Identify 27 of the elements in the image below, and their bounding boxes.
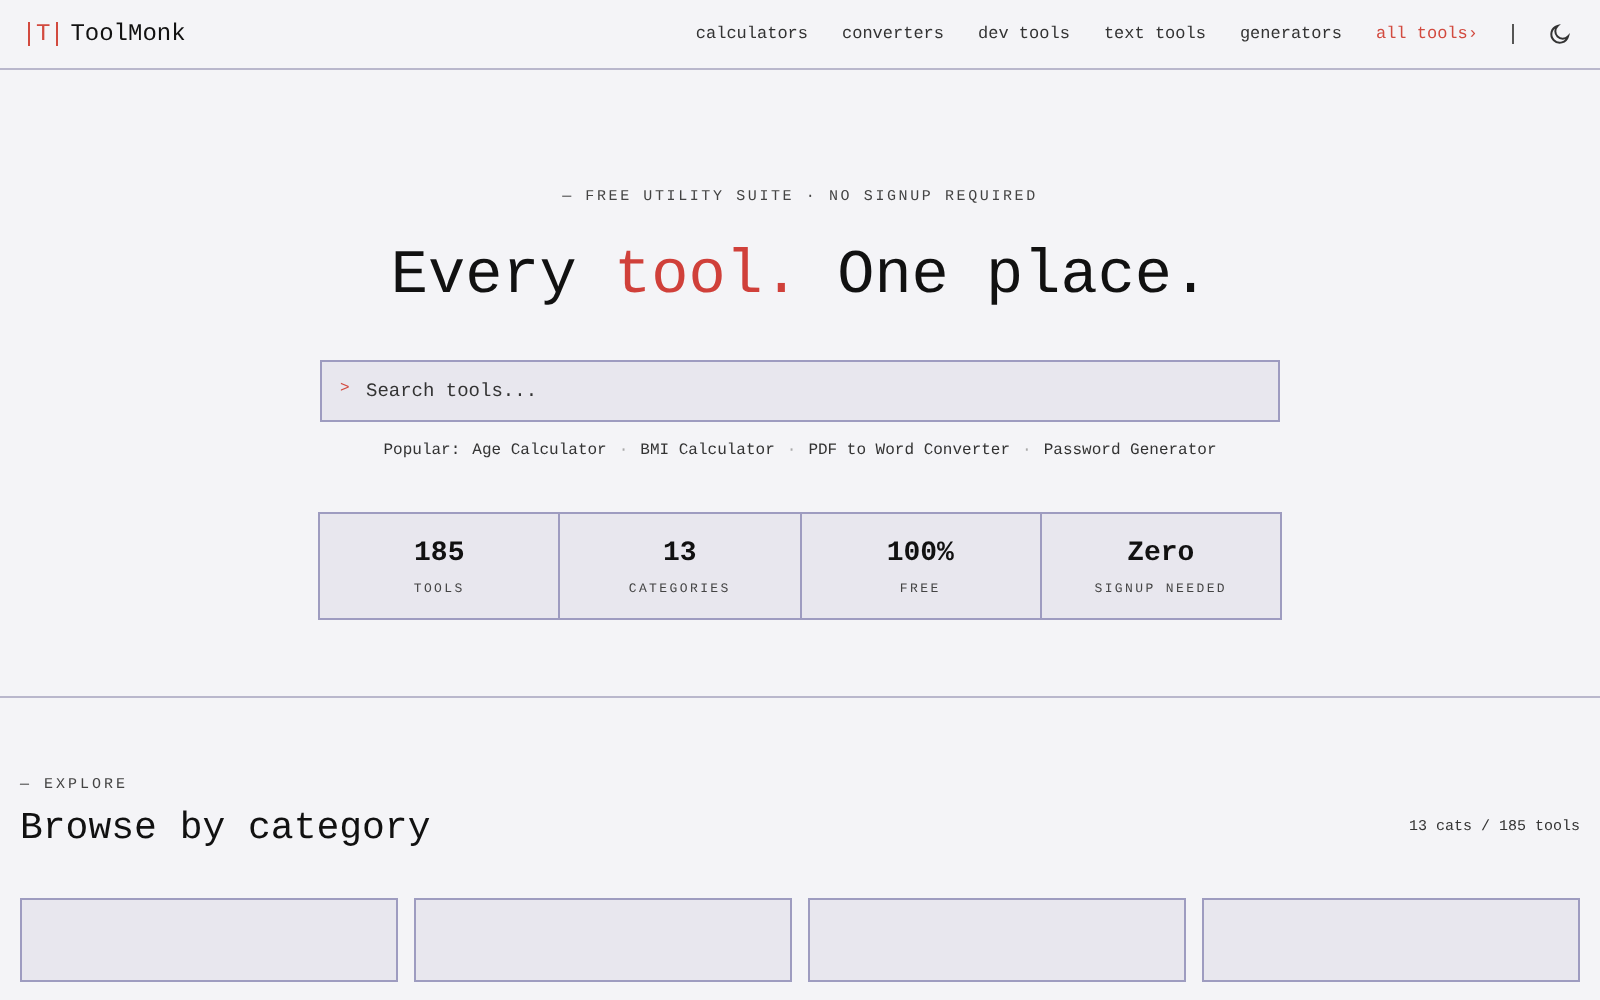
- brand-name[interactable]: ToolMonk: [70, 20, 186, 48]
- stat-value: 185: [414, 537, 465, 569]
- nav-link[interactable]: text tools: [1103, 24, 1206, 44]
- nav-link[interactable]: dev tools: [978, 24, 1070, 44]
- stat-value: 13: [662, 537, 697, 569]
- popular-link[interactable]: PDF to Word Converter: [808, 442, 1011, 460]
- popular-link[interactable]: Password Generator: [1043, 442, 1217, 460]
- nav-link[interactable]: all tools›: [1375, 24, 1478, 44]
- stat-value: 100%: [886, 537, 954, 569]
- popular-link[interactable]: BMI Calculator: [640, 442, 775, 460]
- nav-link[interactable]: calculators: [695, 24, 808, 44]
- hero-title: Every tool. One place.: [390, 242, 1210, 312]
- nav-link[interactable]: generators: [1239, 24, 1342, 44]
- prompt-glyph: >: [340, 380, 350, 400]
- separator-dot: ·: [786, 442, 797, 460]
- popular-link[interactable]: Age Calculator: [472, 442, 607, 460]
- moon-icon[interactable]: [1548, 22, 1572, 46]
- nav-link[interactable]: converters: [842, 24, 945, 44]
- section-title: Browse by category: [20, 806, 431, 850]
- separator-dot: ·: [618, 442, 629, 460]
- separator-dot: ·: [1022, 442, 1032, 460]
- category-card[interactable]: [414, 898, 792, 982]
- popular-label: Popular:: [383, 442, 461, 460]
- category-card[interactable]: [1202, 898, 1580, 982]
- category-card[interactable]: [20, 898, 398, 982]
- category-card[interactable]: [808, 898, 1186, 982]
- stat-value: Zero: [1127, 537, 1195, 569]
